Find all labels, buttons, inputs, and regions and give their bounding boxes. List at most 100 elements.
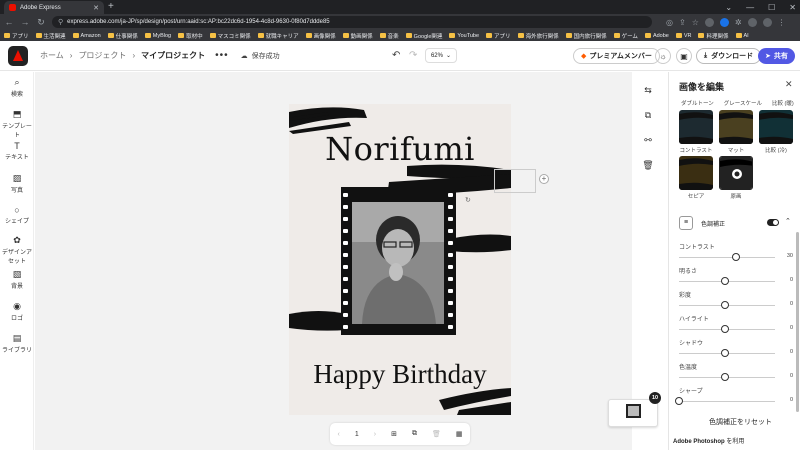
reset-adjustments-button[interactable]: 色調補正をリセット [709, 417, 772, 427]
bookmark-item[interactable]: 国内旅行関係 [565, 32, 607, 40]
close-window-button[interactable]: ✕ [789, 3, 796, 12]
bookmark-item[interactable]: Amazon [72, 33, 101, 39]
delete-page-icon[interactable]: 🗑 [432, 430, 441, 438]
bookmark-item[interactable]: Google関連 [405, 32, 442, 40]
share-page-icon[interactable]: ⇪ [679, 18, 686, 27]
design-page[interactable]: Norifumi Happy Birthday [289, 104, 511, 415]
bookmark-item[interactable]: マスコミ関係 [209, 32, 251, 40]
puzzle-icon[interactable]: ✲ [735, 18, 742, 27]
slider-handle[interactable] [721, 301, 729, 309]
slider-handle[interactable] [721, 349, 729, 357]
minimize-button[interactable]: — [746, 3, 754, 12]
reload-icon[interactable]: ↻ [36, 17, 46, 28]
crumb-my-projects[interactable]: マイプロジェクト [141, 50, 205, 61]
location-icon[interactable]: ◎ [666, 18, 673, 27]
bookmark-item[interactable]: 就職キャリア [257, 32, 299, 40]
zoom-select[interactable]: 62% ⌄ [425, 48, 457, 63]
download-button[interactable]: ⤓ ダウンロード [696, 48, 762, 64]
extension-icon[interactable] [719, 17, 729, 27]
menu-dots-icon[interactable]: ⋮ [778, 18, 786, 27]
filter-matte[interactable] [719, 110, 753, 144]
swap-icon[interactable]: ⇆ [640, 82, 656, 98]
page-thumbnail[interactable] [608, 399, 658, 427]
sidebar-item-shapes[interactable]: ○ シェイプ [0, 205, 34, 225]
sidebar-item-search[interactable]: ⌕ 検索 [0, 77, 34, 98]
chevron-up-icon[interactable]: ⌃ [785, 217, 791, 225]
close-tab-icon[interactable]: ✕ [93, 4, 99, 12]
filter-sepia[interactable] [679, 156, 713, 190]
bookmark-item[interactable]: Adobe [644, 33, 669, 39]
trash-icon[interactable]: 🗑 [640, 157, 656, 173]
sidebar-item-templates[interactable]: ⬒ テンプレート [0, 109, 34, 139]
sidebar-item-logo[interactable]: ◉ ロゴ [0, 301, 34, 322]
slider-handle[interactable] [721, 325, 729, 333]
sidebar-item-photos[interactable]: ▨ 写真 [0, 173, 34, 194]
maximize-button[interactable]: ☐ [768, 3, 775, 12]
photoshop-link[interactable]: Adobe Photoshop を利用 [673, 436, 744, 445]
slider-handle[interactable] [721, 373, 729, 381]
bookmark-item[interactable]: 生活関連 [35, 32, 66, 40]
slider-track[interactable] [679, 401, 775, 402]
rotate-icon[interactable]: ↻ [465, 196, 471, 204]
filter-contrast[interactable] [679, 110, 713, 144]
slider-handle[interactable] [732, 253, 741, 261]
share-button[interactable]: ➤ 共有 [758, 48, 795, 64]
sidepanel-icon[interactable] [747, 17, 757, 27]
color-adjust-toggle[interactable] [767, 219, 779, 226]
bookmark-item[interactable]: 仕事関係 [107, 32, 138, 40]
bookmark-item[interactable]: 画像関係 [305, 32, 336, 40]
adobe-express-logo[interactable] [8, 45, 28, 66]
redo-icon[interactable]: ↷ [409, 50, 417, 61]
comment-icon[interactable]: ▣ [676, 48, 692, 64]
bookmark-item[interactable]: 音楽 [379, 32, 399, 40]
filter-cool[interactable] [759, 110, 793, 144]
premium-member-button[interactable]: ◆ プレミアムメンバー [573, 48, 660, 64]
sidebar-item-library[interactable]: ▤ ライブラリ [0, 333, 34, 354]
bookmark-item[interactable]: 料理関係 [698, 32, 729, 40]
add-page-icon[interactable]: ⊞ [391, 430, 397, 438]
link-icon[interactable]: ⚯ [640, 132, 656, 148]
crumb-home[interactable]: ホーム [40, 50, 64, 61]
bookmark-star-icon[interactable]: ☆ [692, 18, 699, 27]
bookmark-item[interactable]: AI [735, 33, 749, 39]
duplicate-page-icon[interactable]: ⧉ [412, 430, 417, 438]
filter-original[interactable] [719, 156, 753, 190]
crumb-projects[interactable]: プロジェクト [78, 50, 126, 61]
name-heading[interactable]: Norifumi [289, 130, 511, 168]
browser-tab[interactable]: Adobe Express ✕ [4, 1, 104, 14]
bookmark-item[interactable]: アプリ [4, 32, 29, 40]
portrait-photo[interactable] [352, 202, 444, 324]
extension-icon[interactable] [704, 17, 714, 27]
chevron-down-icon[interactable]: ⌄ [725, 3, 732, 12]
sidebar-item-design-assets[interactable]: ✿ デザインアセット [0, 235, 34, 265]
bookmark-item[interactable]: VR [675, 33, 691, 39]
bookmark-item[interactable]: アプリ [486, 32, 511, 40]
slider-handle[interactable] [675, 397, 683, 405]
undo-icon[interactable]: ↶ [392, 50, 400, 61]
slider-track[interactable] [679, 257, 775, 258]
close-icon[interactable]: ✕ [785, 79, 793, 90]
more-options-icon[interactable]: ••• [215, 50, 229, 61]
bookmark-item[interactable]: 海外旅行関係 [517, 32, 559, 40]
lightbulb-icon[interactable]: ☼ [655, 48, 671, 64]
add-element-icon[interactable]: + [539, 174, 549, 184]
omnibox[interactable]: ⚲ express.adobe.com/ja-JP/sp/design/post… [52, 16, 652, 28]
bookmark-item[interactable]: ゲーム [613, 32, 638, 40]
grid-view-icon[interactable]: ▦ [456, 430, 463, 438]
panel-scrollbar[interactable] [796, 232, 799, 412]
duplicate-icon[interactable]: ⧉ [640, 107, 656, 123]
bookmark-item[interactable]: 取材中 [178, 32, 203, 40]
color-adjust-section-header[interactable]: ≡ 色調補正 [679, 215, 799, 231]
sidebar-item-background[interactable]: ▧ 背景 [0, 269, 34, 290]
bookmark-item[interactable]: YouTube [449, 33, 479, 39]
greeting-text[interactable]: Happy Birthday [289, 359, 511, 390]
back-arrow-icon[interactable]: ← [4, 17, 14, 27]
slider-handle[interactable] [721, 277, 729, 285]
bookmark-item[interactable]: 動画関係 [342, 32, 373, 40]
next-page-icon[interactable]: › [374, 431, 376, 438]
new-tab-button[interactable]: + [108, 1, 114, 13]
selection-box[interactable] [494, 169, 536, 193]
prev-page-icon[interactable]: ‹ [338, 431, 340, 438]
bookmark-item[interactable]: MyBlog [144, 33, 171, 39]
forward-arrow-icon[interactable]: → [20, 17, 30, 27]
